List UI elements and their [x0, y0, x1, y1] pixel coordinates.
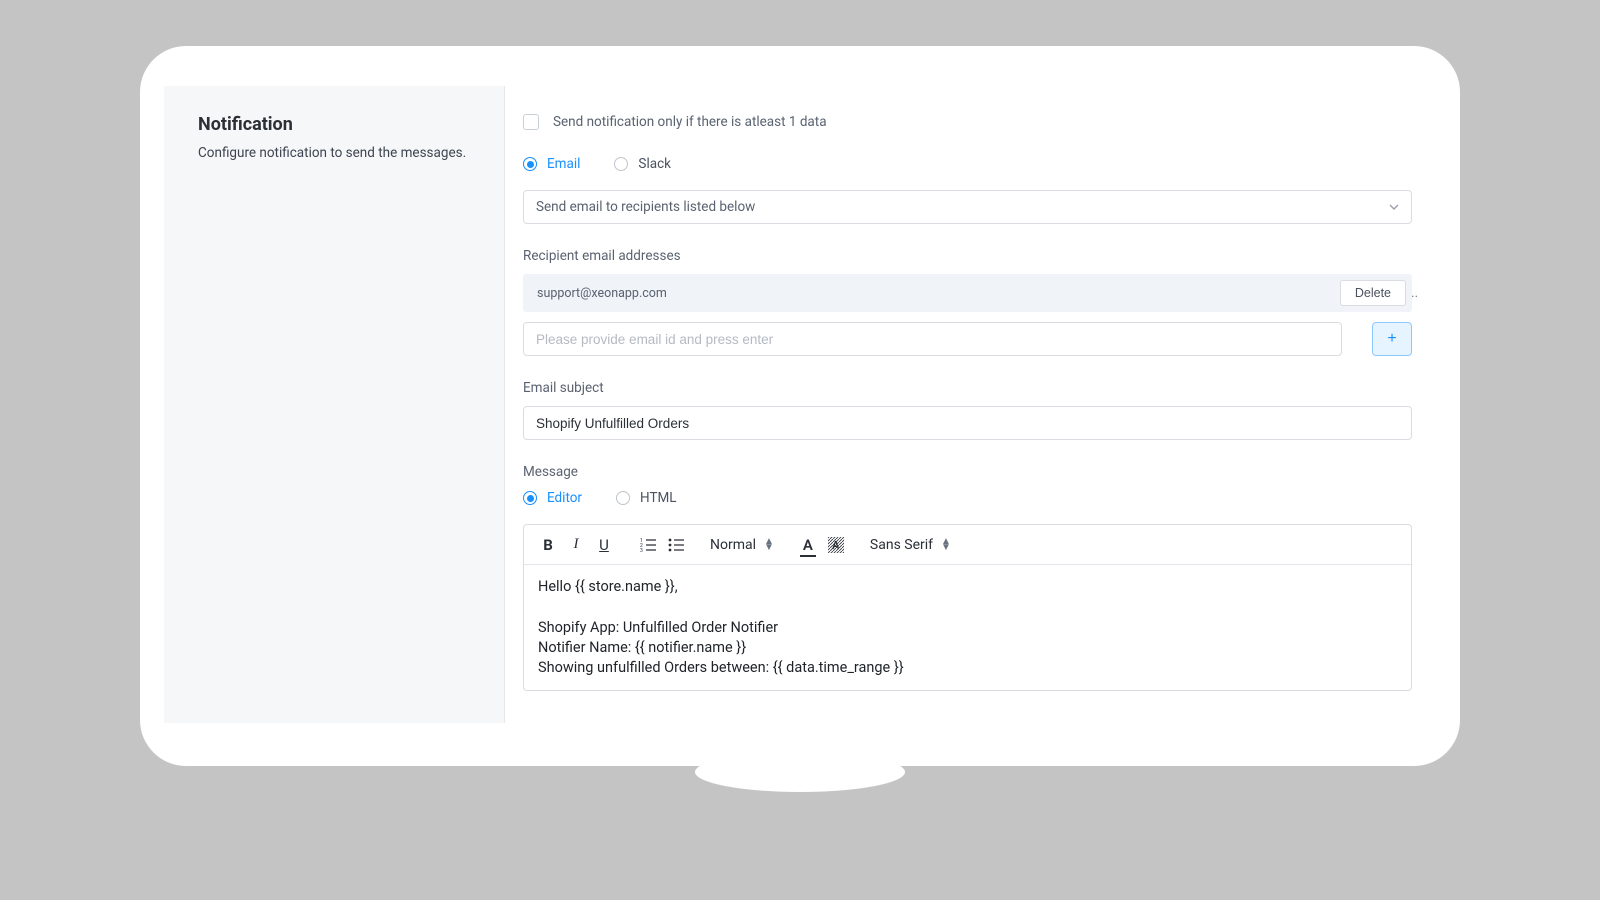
settings-main: Send notification only if there is atlea…	[504, 86, 1436, 723]
recipient-add-button[interactable]: +	[1372, 322, 1412, 356]
font-family-select[interactable]: Sans Serif ▲▼	[870, 537, 965, 553]
message-mode-html[interactable]: HTML	[616, 490, 677, 506]
channel-slack-label: Slack	[638, 156, 671, 172]
message-label: Message	[523, 464, 1412, 480]
recipient-add-row: +	[523, 322, 1412, 356]
radio-selected-icon	[523, 491, 537, 505]
text-color-icon[interactable]: A	[798, 535, 818, 555]
updown-icon: ▲▼	[764, 539, 774, 551]
overflow-menu-icon[interactable]: ..	[1411, 286, 1418, 301]
send-mode-select[interactable]: Send email to recipients listed below	[523, 190, 1412, 224]
monitor-base	[695, 752, 905, 792]
ordered-list-icon[interactable]: 123	[638, 535, 658, 555]
channel-radio-slack[interactable]: Slack	[614, 156, 671, 172]
monitor-frame: Notification Configure notification to s…	[140, 46, 1460, 766]
chevron-down-icon	[1389, 204, 1399, 210]
unordered-list-icon[interactable]	[666, 535, 686, 555]
radio-selected-icon	[523, 157, 537, 171]
svg-text:A: A	[832, 539, 840, 552]
subject-input[interactable]	[523, 406, 1412, 440]
recipient-row: support@xeonapp.com Delete ..	[523, 274, 1412, 312]
channel-email-label: Email	[547, 156, 580, 172]
recipient-delete-button[interactable]: Delete	[1340, 280, 1406, 306]
bold-icon[interactable]: B	[538, 535, 558, 555]
message-mode-html-label: HTML	[640, 490, 677, 506]
section-title: Notification	[198, 114, 470, 135]
editor-toolbar: B I U 123 Normal ▲▼	[524, 525, 1411, 565]
condition-checkbox-label: Send notification only if there is atlea…	[553, 114, 827, 130]
checkbox-icon[interactable]	[523, 114, 539, 130]
paragraph-style-select[interactable]: Normal ▲▼	[710, 537, 788, 553]
updown-icon: ▲▼	[941, 539, 951, 551]
app-screen: Notification Configure notification to s…	[164, 86, 1436, 723]
rich-text-editor: B I U 123 Normal ▲▼	[523, 524, 1412, 691]
font-family-value: Sans Serif	[870, 537, 933, 553]
message-mode-radio-group: Editor HTML	[523, 490, 1412, 506]
highlight-color-icon[interactable]: A	[826, 535, 846, 555]
radio-unselected-icon	[616, 491, 630, 505]
subject-label: Email subject	[523, 380, 1412, 396]
condition-checkbox-row[interactable]: Send notification only if there is atlea…	[523, 114, 1412, 130]
paragraph-style-value: Normal	[710, 537, 756, 553]
underline-icon[interactable]: U	[594, 535, 614, 555]
message-mode-editor[interactable]: Editor	[523, 490, 582, 506]
settings-sidebar: Notification Configure notification to s…	[164, 86, 504, 723]
section-subtitle: Configure notification to send the messa…	[198, 145, 470, 161]
editor-content[interactable]: Hello {{ store.name }}, Shopify App: Unf…	[524, 565, 1411, 690]
message-mode-editor-label: Editor	[547, 490, 582, 506]
italic-icon[interactable]: I	[566, 535, 586, 555]
svg-text:3: 3	[640, 548, 643, 552]
recipient-email: support@xeonapp.com	[537, 286, 667, 301]
recipient-email-input[interactable]	[523, 322, 1342, 356]
send-mode-value: Send email to recipients listed below	[536, 199, 755, 215]
channel-radio-group: Email Slack	[523, 156, 1412, 172]
recipients-label: Recipient email addresses	[523, 248, 1412, 264]
channel-radio-email[interactable]: Email	[523, 156, 580, 172]
radio-unselected-icon	[614, 157, 628, 171]
